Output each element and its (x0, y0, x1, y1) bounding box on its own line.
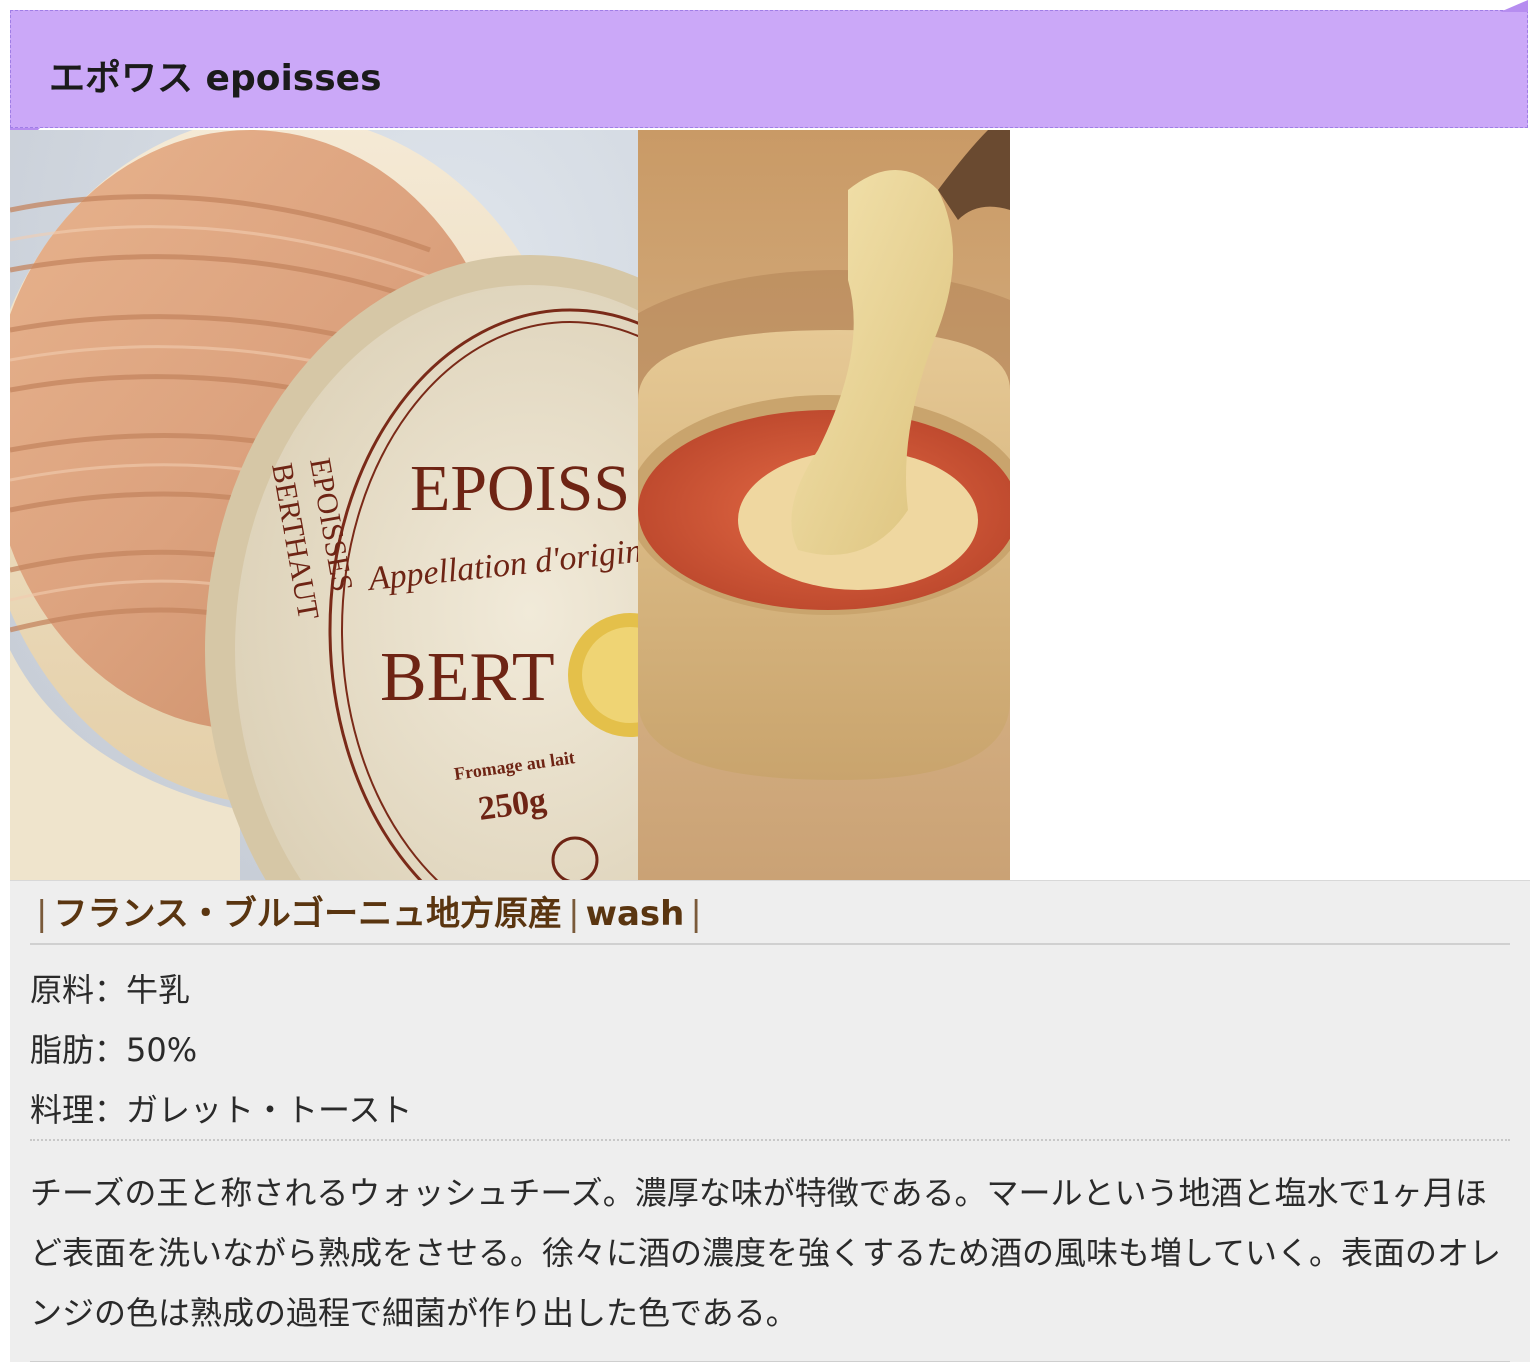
cheese-title: エポワス epoisses (49, 58, 382, 99)
origin-sep-1: | (36, 894, 48, 934)
lid-label-3: BERT (380, 639, 555, 716)
melted-cheese-photo (638, 130, 1010, 880)
cheese-info-panel: | フランス・ブルゴーニュ地方原産 | wash | 原料：牛乳 脂肪：50% 料理：ガ… (10, 880, 1530, 1362)
origin-sep-2: | (568, 894, 580, 934)
origin-type: wash (585, 894, 685, 934)
spec-ingredient: 原料：牛乳 (30, 971, 191, 1009)
origin-sep-3: | (690, 894, 702, 934)
origin-region: フランス・ブルゴーニュ地方原産 (53, 894, 563, 934)
spec-dish: 料理：ガレット・トースト (30, 1091, 413, 1129)
spec-fat: 脂肪：50% (30, 1031, 198, 1069)
spec-divider (30, 1139, 1510, 1141)
origin-line: | フランス・ブルゴーニュ地方原産 | wash | (30, 891, 1510, 945)
cheese-heading: エポワス epoisses (10, 10, 1528, 128)
lid-label-1: EPOISS (410, 452, 630, 525)
ribbon-corner-top (1500, 0, 1528, 12)
cheese-box-photo: EPOISS Appellation d'origine BERT Fromag… (10, 130, 638, 880)
cheese-description: チーズの王と称されるウォッシュチーズ。濃厚な味が特徴である。マールという地酒と塩… (30, 1174, 1502, 1332)
